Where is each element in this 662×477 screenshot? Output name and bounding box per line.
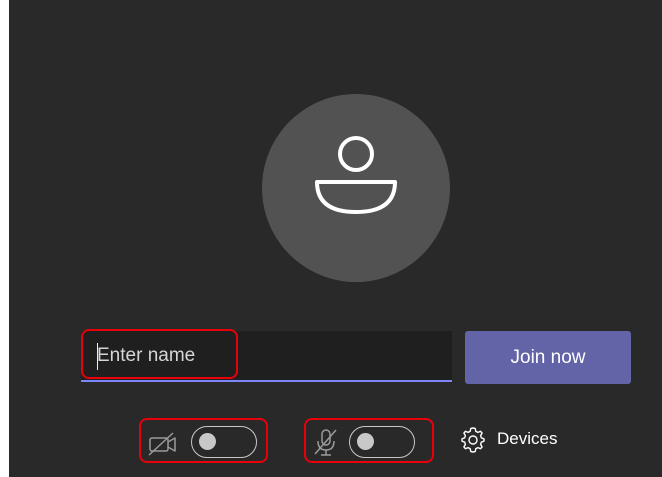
join-now-button[interactable]: Join now: [465, 331, 631, 384]
camera-off-icon: [148, 432, 176, 456]
person-icon: [315, 136, 397, 214]
text-cursor: [97, 343, 98, 370]
microphone-off-icon: [314, 429, 337, 456]
camera-toggle-knob: [199, 433, 216, 450]
microphone-toggle[interactable]: [349, 426, 415, 458]
name-field[interactable]: [81, 331, 452, 382]
devices-label[interactable]: Devices: [497, 429, 557, 449]
microphone-toggle-knob: [357, 433, 374, 450]
gear-icon[interactable]: [460, 427, 486, 453]
name-input[interactable]: [81, 331, 452, 380]
camera-toggle[interactable]: [191, 426, 257, 458]
avatar: [262, 94, 450, 282]
